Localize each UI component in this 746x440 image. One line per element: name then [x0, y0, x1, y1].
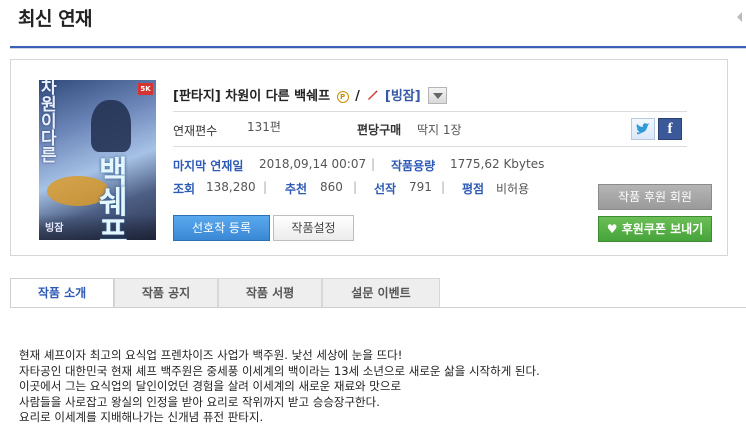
separator-bar: |	[263, 180, 268, 194]
views-value: 138,280	[206, 180, 256, 194]
size-value: 1775,62 Kbytes	[450, 157, 545, 171]
preferred-label: 선작	[374, 182, 397, 196]
settings-button[interactable]: 작품설정	[273, 215, 354, 241]
send-coupon-label: 후원쿠폰 보내기	[621, 222, 704, 236]
sale-value: 딱지 1장	[417, 123, 462, 137]
send-coupon-button[interactable]: ♥ 후원쿠폰 보내기	[598, 216, 712, 242]
cover-title-main: 백 쉐 프	[99, 155, 128, 241]
separator-bar: |	[441, 180, 446, 194]
dropdown-icon[interactable]	[428, 87, 448, 104]
recommend-label: 추천	[285, 182, 308, 196]
description-line: 사람들을 사로잡고 왕실의 인정을 받아 요리로 작위까지 받고 승승장구한다.	[19, 394, 380, 409]
facebook-share-button[interactable]: f	[658, 118, 682, 140]
genre-label[interactable]: [판타지]	[173, 89, 221, 104]
episodes-value: 131편	[247, 120, 281, 134]
facebook-icon: f	[667, 121, 673, 137]
divider	[173, 111, 687, 112]
author-link[interactable]: [빙잠]	[385, 89, 421, 104]
tab-survey-event[interactable]: 설문 이벤트	[322, 278, 440, 307]
description-line: 요리로 이세계를 지배해나가는 신개념 퓨전 판타지.	[19, 410, 264, 424]
cover-logo: 빙잠	[45, 223, 64, 234]
description-line: 이곳에서 그는 요식업의 달인이었던 경험을 살려 이세계의 새로운 재료와 맛…	[19, 379, 402, 393]
work-title-line: [판타지] 차원이 다른 백쉐프 P / [빙잠]	[173, 85, 448, 105]
sponsor-members-button[interactable]: 작품 후원 회원	[598, 184, 712, 210]
rating-label: 평점	[462, 182, 485, 196]
cover-badge: 5K	[138, 83, 153, 95]
twitter-share-button[interactable]	[631, 118, 655, 140]
rating-value: 비허용	[496, 182, 530, 196]
last-update-value: 2018,09,14 00:07	[259, 157, 367, 171]
favorite-button[interactable]: 선호작 등록	[173, 215, 270, 241]
tab-notice[interactable]: 작품 공지	[114, 278, 218, 307]
tab-intro[interactable]: 작품 소개	[10, 278, 114, 308]
premium-p-icon: P	[336, 90, 349, 103]
title-separator: /	[355, 89, 360, 104]
title-divider-shadow	[10, 48, 746, 49]
description-line: 자타공인 대한민국 현재 셰프 백주원은 중세풍 이세계의 백이라는 13세 소…	[19, 363, 540, 378]
description-line: 현재 셰프이자 최고의 요식업 프렌차이즈 사업가 백주원. 낯선 세상에 눈을…	[19, 348, 403, 362]
tab-review[interactable]: 작품 서평	[218, 278, 322, 307]
heart-icon: ♥	[606, 222, 618, 236]
episodes-label: 연재편수	[173, 124, 218, 138]
work-title[interactable]: 차원이 다른 백쉐프	[225, 89, 330, 104]
cover-figure	[91, 100, 131, 152]
preferred-value: 791	[409, 180, 432, 194]
scroll-arrow-icon[interactable]	[737, 12, 742, 22]
cover-image[interactable]: 차 원 이 다 른 백 쉐 프 5K 빙잠	[39, 80, 156, 240]
pencil-icon	[366, 89, 378, 105]
size-label: 작품용량	[391, 159, 436, 173]
separator-bar: |	[353, 180, 358, 194]
section-title: 최신 연재	[18, 8, 93, 30]
last-update-label: 마지막 연재일	[173, 159, 244, 173]
views-label: 조회	[173, 182, 196, 196]
recommend-value: 860	[320, 180, 343, 194]
separator-bar: |	[371, 157, 376, 171]
divider	[173, 146, 687, 147]
cover-title-top: 차 원 이 다 른	[41, 80, 57, 166]
tab-baseline	[10, 307, 746, 308]
work-description: 현재 셰프이자 최고의 요식업 프렌차이즈 사업가 백주원. 낯선 세상에 눈을…	[19, 348, 540, 426]
twitter-icon	[636, 123, 650, 135]
sale-label: 편당구매	[357, 123, 402, 137]
